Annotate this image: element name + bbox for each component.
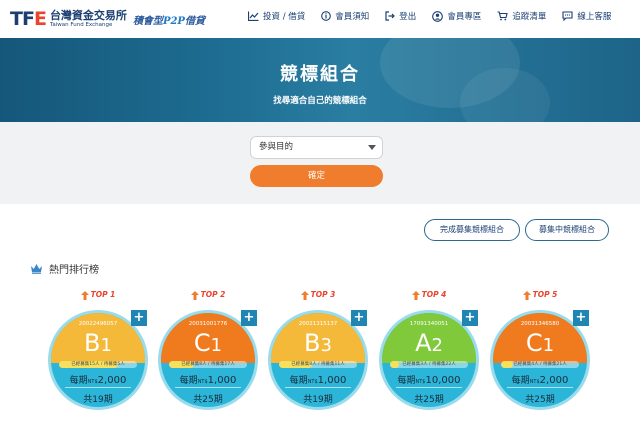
combo-grade: C1 [193, 329, 223, 357]
hot-ranking-header: 熱門排行榜 [30, 261, 99, 276]
logo-text: 台灣資金交易所 Taiwan Fund Exchange [50, 10, 127, 29]
nav-member-area[interactable]: 會員專區 [432, 10, 481, 22]
amount-per-period: 每期NT$2,000 [511, 375, 569, 386]
top-header: TFE 台灣資金交易所 Taiwan Fund Exchange 積會型P2P借… [0, 0, 640, 38]
purpose-select[interactable]: 參與目的 [250, 136, 383, 159]
divider [507, 387, 573, 388]
chat-icon [562, 11, 573, 21]
main-nav: 投資 / 借貸 會員須知 登出 會員專區 追蹤清單 線上客服 [248, 10, 611, 22]
purpose-select-value: 參與目的 [259, 142, 294, 152]
rank-label: TOP 1 [45, 290, 151, 300]
add-icon[interactable]: + [131, 310, 147, 326]
logout-icon [385, 11, 396, 21]
rank-label: TOP 4 [376, 290, 482, 300]
combo-grade: A2 [415, 329, 443, 357]
divider [65, 387, 131, 388]
total-periods: 共19期 [303, 395, 333, 405]
nav-label: 線上客服 [577, 12, 612, 22]
nav-member-notice[interactable]: 會員須知 [321, 10, 369, 22]
hot-ranking-title: 熱門排行榜 [49, 265, 99, 276]
ranking-card[interactable]: TOP 5 20031346580 C1 已經募集4人 / 待募集21人 每期N… [487, 288, 593, 435]
arrow-up-icon [522, 290, 531, 300]
nav-online-support[interactable]: 線上客服 [562, 10, 611, 22]
brand-name-en: Taiwan Fund Exchange [49, 21, 113, 28]
chart-icon [248, 11, 259, 21]
ranking-card[interactable]: TOP 2 20031001776 C1 已經募集8人 / 待募集17人 每期N… [155, 288, 261, 435]
brand-name-zh: 台灣資金交易所 [49, 8, 127, 22]
nav-label: 會員須知 [335, 12, 370, 22]
page-subtitle: 找尋適合自己的競標組合 [273, 96, 367, 106]
nav-invest-borrow[interactable]: 投資 / 借貸 [248, 10, 305, 22]
brand-slogan: 積會型P2P借貸 [132, 15, 205, 27]
ranking-card[interactable]: TOP 4 17091340051 A2 已經募集3人 / 待募集22人 每期N… [376, 288, 482, 435]
total-periods: 共25期 [414, 395, 444, 405]
ranking-card[interactable]: TOP 3 20021315137 B3 已經募集8人 / 待募集11人 每期N… [265, 288, 371, 435]
nav-label: 登出 [399, 12, 417, 22]
progress-text: 已經募集4人 / 待募集21人 [513, 362, 567, 367]
info-icon [321, 11, 332, 21]
add-icon[interactable]: + [462, 310, 478, 326]
add-icon[interactable]: + [351, 310, 367, 326]
amount-per-period: 每期NT$10,000 [397, 375, 461, 386]
progress-text: 已經募集8人 / 待募集17人 [181, 362, 235, 367]
combo-grade: B1 [84, 329, 112, 357]
filter-panel: 參與目的 確定 [0, 122, 640, 204]
amount-per-period: 每期NT$2,000 [69, 375, 127, 386]
user-icon [432, 10, 444, 22]
arrow-up-icon [80, 290, 89, 300]
combo-grade: B3 [304, 329, 332, 357]
rank-label: TOP 5 [487, 290, 593, 300]
progress-text: 已經募集15人 / 待募集5人 [71, 362, 125, 367]
page-title: 競標組合 [280, 64, 360, 85]
rank-label: TOP 2 [155, 290, 261, 300]
cart-icon [497, 11, 509, 21]
total-periods: 共25期 [193, 395, 223, 405]
crown-icon [31, 264, 42, 274]
chevron-down-icon [368, 145, 376, 150]
arrow-up-icon [411, 290, 420, 300]
nav-label: 投資 / 借貸 [263, 12, 306, 22]
nav-label: 追蹤清單 [512, 12, 547, 22]
total-periods: 共25期 [525, 395, 555, 405]
hot-ranking-list: TOP 1 20022496057 B1 已經募集15人 / 待募集5人 每期N… [0, 288, 640, 435]
raising-combos-button[interactable]: 募集中競標組合 [525, 219, 609, 241]
total-periods: 共19期 [83, 395, 113, 405]
divider [285, 387, 351, 388]
divider [175, 387, 241, 388]
rank-label: TOP 3 [265, 290, 371, 300]
confirm-button[interactable]: 確定 [250, 165, 383, 187]
arrow-up-icon [190, 290, 199, 300]
progress-text: 已經募集3人 / 待募集22人 [402, 362, 456, 367]
add-icon[interactable]: + [573, 310, 589, 326]
brand-logo[interactable]: TFE 台灣資金交易所 Taiwan Fund Exchange 積會型P2P借… [10, 6, 205, 32]
nav-logout[interactable]: 登出 [385, 10, 416, 22]
combo-grade: C1 [525, 329, 555, 357]
amount-per-period: 每期NT$1,000 [289, 375, 347, 386]
progress-text: 已經募集8人 / 待募集11人 [291, 362, 345, 367]
nav-watchlist[interactable]: 追蹤清單 [497, 10, 546, 22]
page-banner: 競標組合 找尋適合自己的競標組合 [0, 38, 640, 122]
amount-per-period: 每期NT$1,000 [179, 375, 237, 386]
ranking-card[interactable]: TOP 1 20022496057 B1 已經募集15人 / 待募集5人 每期N… [45, 288, 151, 435]
nav-label: 會員專區 [447, 12, 482, 22]
divider [396, 387, 462, 388]
completed-combos-button[interactable]: 完成募集競標組合 [424, 219, 520, 241]
arrow-up-icon [300, 290, 309, 300]
logo-mark: TFE [10, 8, 47, 30]
add-icon[interactable]: + [241, 310, 257, 326]
